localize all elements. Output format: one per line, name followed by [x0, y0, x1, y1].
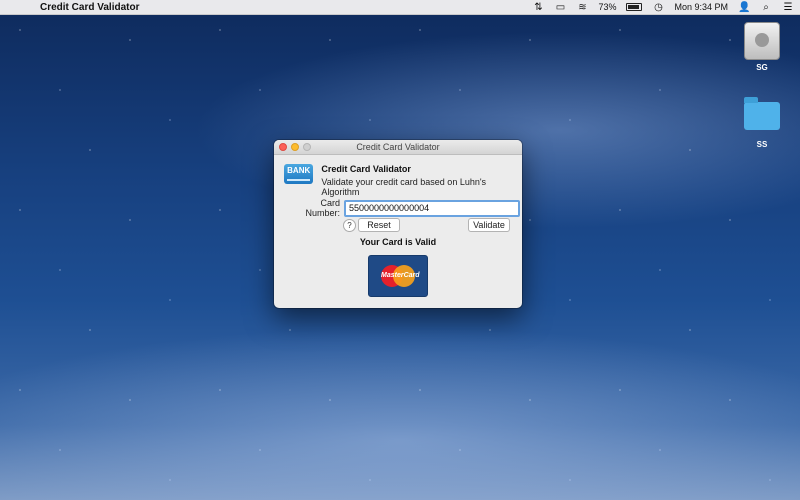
- menu-bar: Credit Card Validator ⇅ ▭ ≋ 73% ◷ Mon 9:…: [0, 0, 800, 15]
- window-title: Credit Card Validator: [356, 142, 440, 152]
- header-title: Credit Card Validator: [321, 164, 411, 174]
- zoom-icon[interactable]: [303, 143, 311, 151]
- card-number-label: Card Number:: [305, 198, 340, 218]
- user-icon[interactable]: 👤: [738, 2, 750, 13]
- card-number-row: Card Number: 5500000000000004: [288, 198, 520, 218]
- mastercard-logo-icon: MasterCard: [381, 265, 420, 287]
- time-machine-icon[interactable]: ◷: [652, 2, 664, 13]
- reset-button[interactable]: Reset: [358, 218, 400, 232]
- card-number-input[interactable]: 5500000000000004: [344, 199, 520, 217]
- sync-icon[interactable]: ⇅: [532, 2, 544, 13]
- card-brand-text: MasterCard: [381, 272, 420, 279]
- app-header: BANK Credit Card Validator Validate your…: [284, 164, 522, 197]
- desktop-item-sg[interactable]: SG: [737, 22, 787, 72]
- window-controls: [279, 143, 311, 151]
- desktop-item-ss[interactable]: SS: [737, 96, 787, 149]
- close-icon[interactable]: [279, 143, 287, 151]
- validate-button[interactable]: Validate: [468, 218, 510, 232]
- bank-logo: BANK: [284, 164, 314, 184]
- header-subtitle: Validate your credit card based on Luhn'…: [321, 177, 487, 197]
- validation-result: Your Card is Valid: [359, 237, 437, 247]
- minimize-icon[interactable]: [291, 143, 299, 151]
- validator-window: Credit Card Validator BANK Credit Card V…: [274, 140, 522, 308]
- battery-percent: 73%: [598, 2, 617, 12]
- battery-icon[interactable]: [626, 3, 643, 11]
- bank-logo-text: BANK: [287, 166, 311, 175]
- window-titlebar[interactable]: Credit Card Validator: [274, 140, 522, 155]
- help-button[interactable]: ?: [343, 219, 356, 232]
- airplay-icon[interactable]: ▭: [554, 2, 566, 13]
- spotlight-icon[interactable]: ⌕: [760, 2, 772, 13]
- desktop-item-label: SS: [756, 140, 768, 149]
- app-menu-name[interactable]: Credit Card Validator: [40, 2, 139, 13]
- hard-drive-icon: [744, 22, 780, 60]
- status-area: ⇅ ▭ ≋ 73% ◷ Mon 9:34 PM 👤 ⌕ ☰: [532, 0, 794, 14]
- mastercard-image: MasterCard: [368, 255, 428, 297]
- menu-icon[interactable]: ☰: [782, 2, 794, 13]
- clock[interactable]: Mon 9:34 PM: [674, 2, 728, 12]
- desktop-item-label: SG: [756, 63, 768, 72]
- folder-icon: [744, 97, 780, 130]
- wifi-icon[interactable]: ≋: [576, 2, 588, 13]
